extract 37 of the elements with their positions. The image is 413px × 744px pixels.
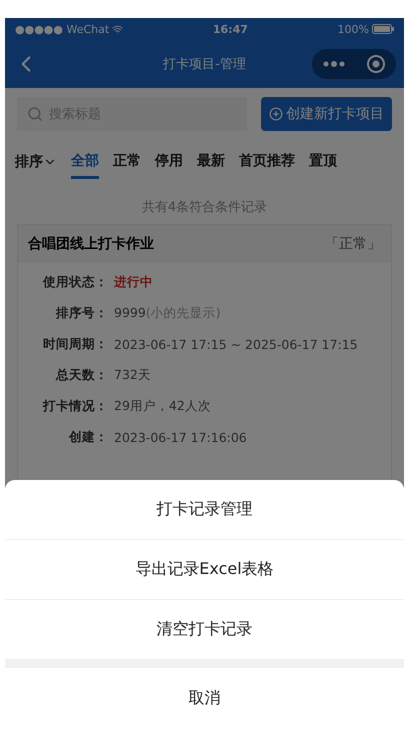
sort-dropdown[interactable]: 排序 bbox=[15, 153, 57, 171]
filter-tab[interactable]: 置顶 bbox=[309, 146, 337, 178]
field-label: 总天数： bbox=[54, 367, 108, 384]
page-title: 打卡项目-管理 bbox=[163, 56, 246, 73]
filter-tab[interactable]: 首页推荐 bbox=[239, 146, 295, 178]
filter-tab[interactable]: 正常 bbox=[113, 146, 141, 178]
sheet-option[interactable]: 打卡记录管理 bbox=[5, 480, 404, 540]
field-label: 排序号： bbox=[54, 305, 108, 322]
status-time: 16:47 bbox=[212, 22, 248, 36]
plus-icon bbox=[269, 107, 283, 121]
status-tag: 「正常」 bbox=[325, 235, 381, 253]
wifi-icon bbox=[112, 24, 124, 34]
field-value: 2023-06-17 17:15 ~ 2025-06-17 17:15 bbox=[114, 337, 358, 352]
cancel-button[interactable]: 取消 bbox=[5, 668, 404, 728]
close-icon[interactable] bbox=[366, 54, 386, 74]
filter-tab[interactable]: 停用 bbox=[155, 146, 183, 178]
capsule-menu[interactable] bbox=[312, 49, 396, 79]
field-label: 打卡情况： bbox=[42, 398, 108, 415]
more-icon[interactable] bbox=[322, 61, 344, 67]
battery-text: 100% bbox=[338, 22, 369, 36]
field-value: 732天 bbox=[114, 367, 151, 384]
battery-icon bbox=[372, 24, 394, 34]
field-value: 2023-06-17 17:16:06 bbox=[114, 430, 247, 445]
field-label: 创建： bbox=[68, 429, 108, 446]
field-value: 进行中 bbox=[114, 274, 153, 291]
carrier-text: ●●●●● WeChat bbox=[15, 22, 110, 36]
sheet-option[interactable]: 导出记录Excel表格 bbox=[5, 540, 404, 600]
card-title: 合唱团线上打卡作业 bbox=[28, 235, 154, 253]
filter-tab[interactable]: 全部 bbox=[71, 146, 99, 178]
create-button[interactable]: 创建新打卡项目 bbox=[261, 97, 392, 131]
filter-tab[interactable]: 最新 bbox=[197, 146, 225, 178]
sheet-option[interactable]: 清空打卡记录 bbox=[5, 600, 404, 660]
field-label: 时间周期： bbox=[42, 336, 108, 353]
field-value: 29用户，42人次 bbox=[114, 398, 211, 415]
field-label: 使用状态： bbox=[42, 274, 108, 291]
result-count: 共有4条符合条件记录 bbox=[140, 199, 268, 217]
search-icon bbox=[27, 106, 43, 122]
